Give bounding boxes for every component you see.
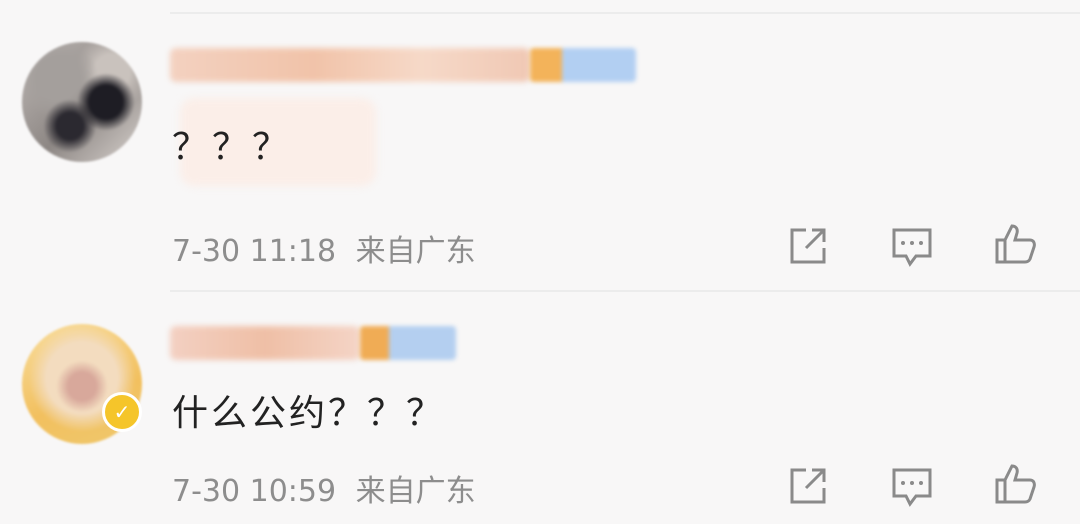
comment-location: 来自广东 <box>355 234 476 269</box>
comment-time: 7-30 10:59 <box>172 474 337 509</box>
comment-location: 来自广东 <box>355 474 476 509</box>
comment-meta: 7-30 11:18 来自广东 <box>172 226 476 270</box>
like-icon[interactable] <box>994 462 1038 506</box>
comment-meta: 7-30 10:59 来自广东 <box>172 466 476 510</box>
comment-text: ？？？ <box>172 127 293 168</box>
user-avatar[interactable] <box>22 42 142 162</box>
comment-time: 7-30 11:18 <box>172 234 337 269</box>
comment-icon[interactable] <box>890 224 934 268</box>
user-badge <box>530 48 636 82</box>
comment-item: ✓ 什么公约？？？ 7-30 10:59 来自广东 <box>0 292 1080 524</box>
like-icon[interactable] <box>994 222 1038 266</box>
user-badge <box>360 326 456 360</box>
comment-icon[interactable] <box>890 464 934 508</box>
username-redacted[interactable] <box>170 48 530 82</box>
share-icon[interactable] <box>786 464 830 508</box>
share-icon[interactable] <box>786 224 830 268</box>
comment-text: 什么公约？？？ <box>172 393 446 434</box>
username-redacted[interactable] <box>170 326 360 360</box>
verified-icon: ✓ <box>102 392 142 432</box>
comment-item: ？？？ 7-30 11:18 来自广东 <box>0 0 1080 290</box>
